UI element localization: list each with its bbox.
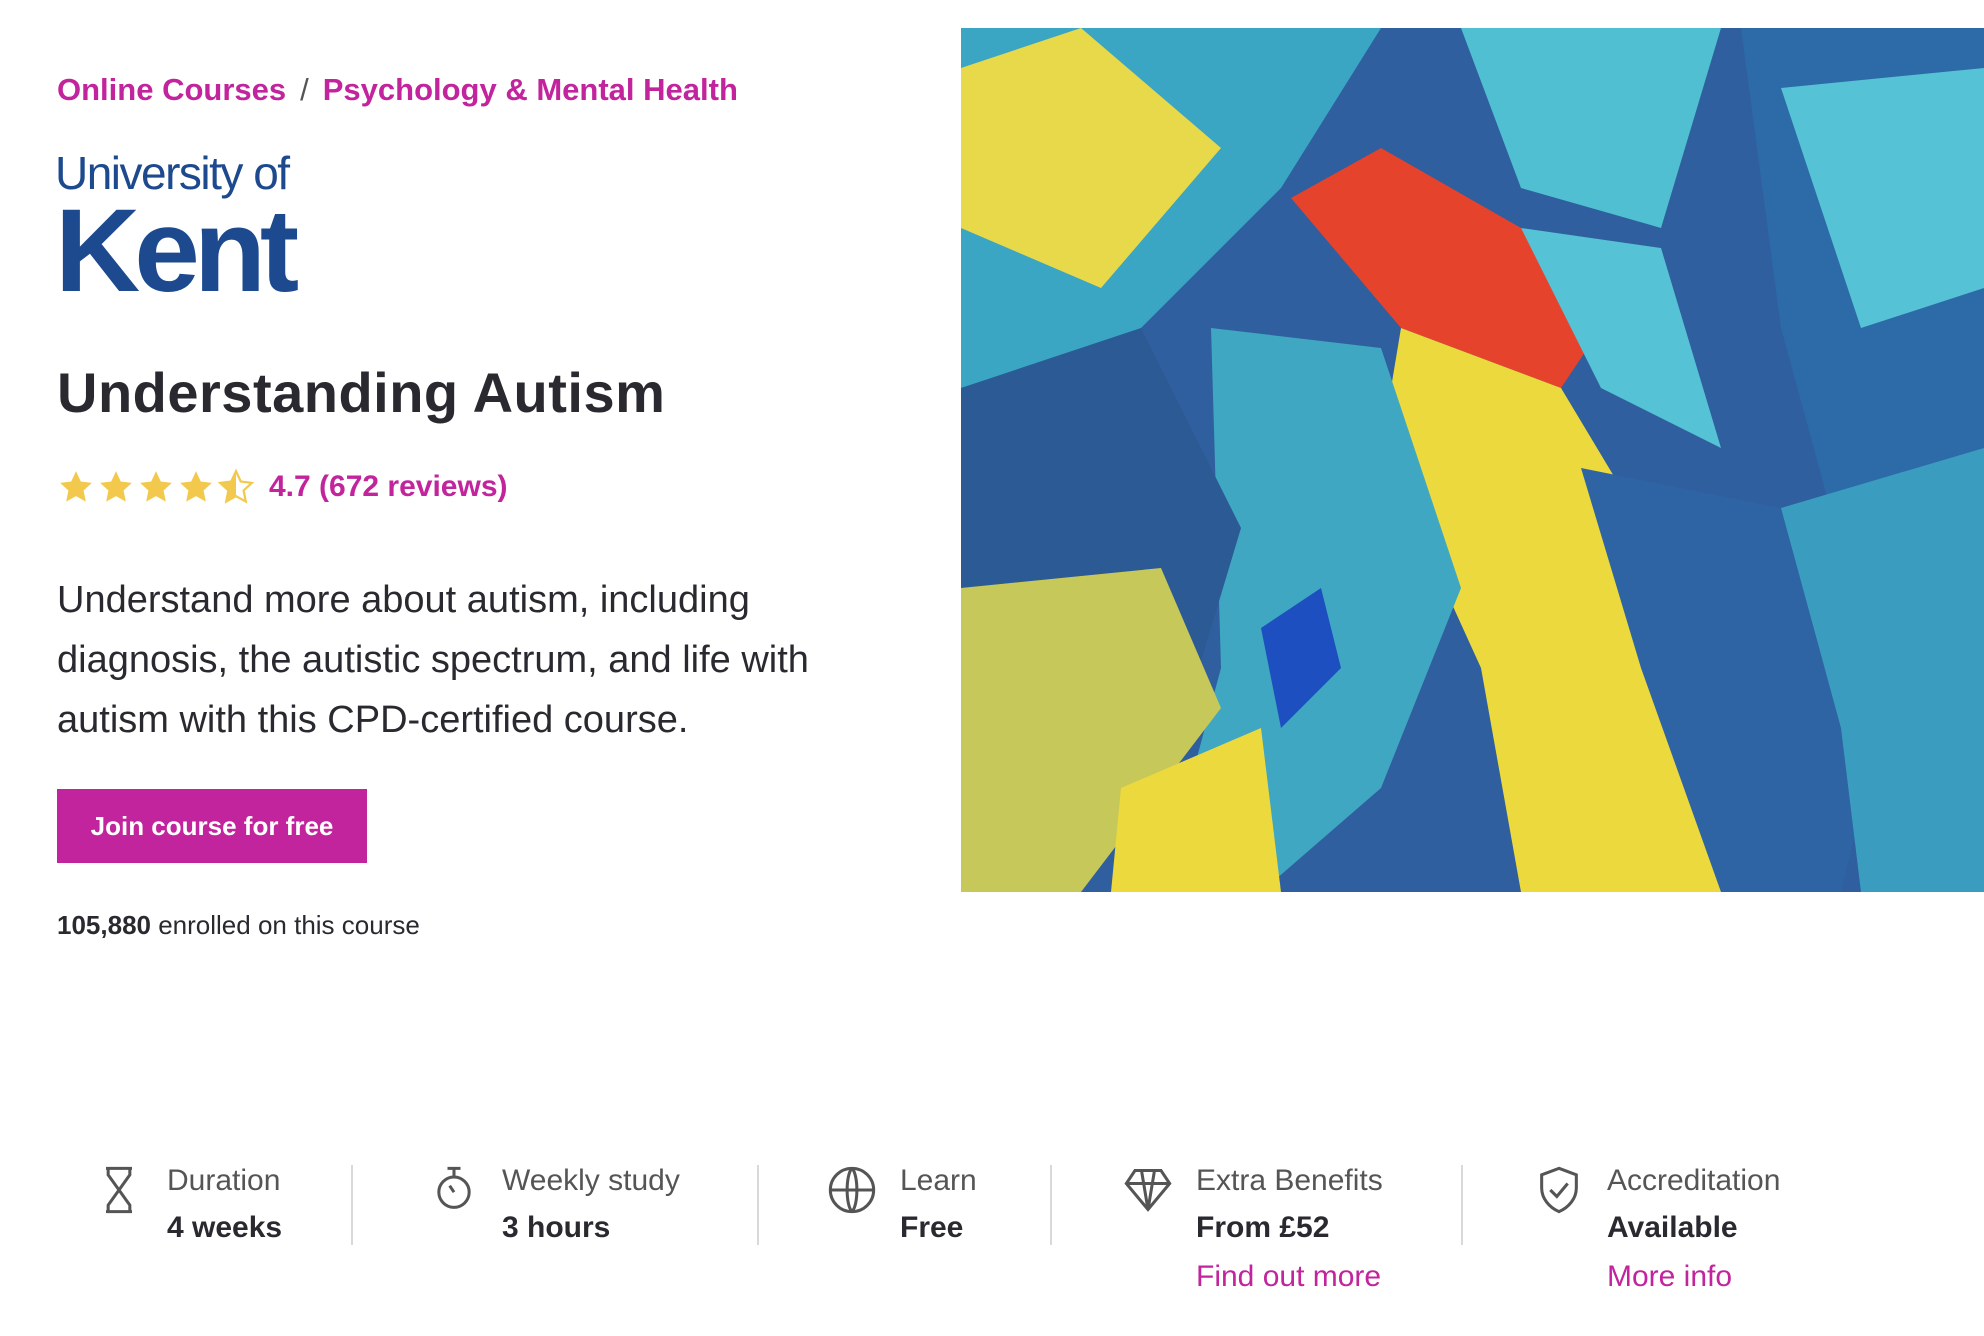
breadcrumb-online-courses[interactable]: Online Courses bbox=[57, 72, 286, 108]
meta-value: 4 weeks bbox=[167, 1211, 283, 1244]
star-icon bbox=[140, 471, 172, 502]
course-hero-image bbox=[961, 28, 1984, 892]
meta-accreditation: Accreditation Available More info bbox=[1533, 1160, 1780, 1300]
more-info-link[interactable]: More info bbox=[1607, 1254, 1780, 1300]
star-icon bbox=[180, 471, 212, 502]
meta-duration: Duration 4 weeks bbox=[93, 1160, 282, 1254]
meta-value: Free bbox=[900, 1211, 964, 1244]
enrolled-number: 105,880 bbox=[57, 910, 151, 940]
meta-value: Available bbox=[1607, 1211, 1738, 1244]
meta-label: Extra Benefits bbox=[1196, 1164, 1383, 1197]
globe-icon bbox=[828, 1166, 876, 1214]
diamond-icon bbox=[1124, 1168, 1172, 1212]
breadcrumb-psychology[interactable]: Psychology & Mental Health bbox=[323, 72, 738, 108]
hourglass-icon bbox=[106, 1166, 132, 1214]
divider bbox=[757, 1165, 759, 1245]
reviews-link[interactable]: 4.7 (672 reviews) bbox=[269, 470, 508, 504]
meta-extra-benefits: Extra Benefits From £52 Find out more bbox=[1122, 1160, 1383, 1300]
divider bbox=[1050, 1165, 1052, 1245]
meta-value: 3 hours bbox=[502, 1211, 611, 1244]
shield-check-icon bbox=[1540, 1166, 1578, 1214]
rating: 4.7 (672 reviews) bbox=[57, 468, 508, 506]
enrolled-count: 105,880 enrolled on this course bbox=[57, 910, 420, 941]
meta-value: From £52 bbox=[1196, 1211, 1330, 1244]
stopwatch-icon bbox=[437, 1166, 471, 1209]
star-half-icon bbox=[217, 468, 255, 504]
star-rating bbox=[57, 468, 255, 506]
meta-weekly-study: Weekly study 3 hours bbox=[428, 1160, 680, 1254]
star-icon bbox=[60, 471, 92, 502]
divider bbox=[351, 1165, 353, 1245]
meta-learn: Learn Free bbox=[826, 1160, 977, 1254]
course-description: Understand more about autism, including … bbox=[57, 579, 809, 741]
university-logo[interactable]: University of Kent bbox=[55, 150, 325, 310]
star-icon bbox=[100, 471, 132, 502]
meta-label: Accreditation bbox=[1607, 1164, 1781, 1197]
breadcrumb-separator: / bbox=[300, 72, 309, 107]
abstract-painting-image bbox=[961, 28, 1984, 892]
meta-label: Weekly study bbox=[502, 1164, 680, 1197]
logo-line2: Kent bbox=[55, 185, 299, 317]
breadcrumb: Online Courses / Psychology & Mental Hea… bbox=[57, 72, 738, 108]
meta-label: Learn bbox=[900, 1164, 977, 1197]
meta-label: Duration bbox=[167, 1164, 281, 1197]
enrolled-suffix: enrolled on this course bbox=[158, 910, 420, 940]
find-out-more-link[interactable]: Find out more bbox=[1196, 1254, 1383, 1300]
course-title: Understanding Autism bbox=[57, 361, 666, 424]
divider bbox=[1461, 1165, 1463, 1245]
join-course-button[interactable]: Join course for free bbox=[57, 789, 367, 863]
